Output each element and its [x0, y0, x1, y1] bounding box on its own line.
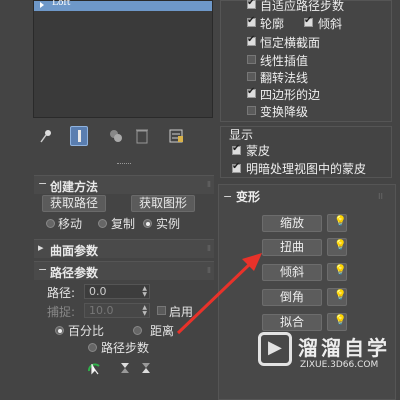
- radio-percentage-label: 百分比: [68, 324, 105, 338]
- spinner-arrows-icon[interactable]: ▲ ▼: [142, 286, 147, 298]
- configure-modifier-sets-icon[interactable]: [167, 126, 185, 146]
- previous-shape-icon[interactable]: [118, 360, 132, 376]
- twist-deformation-button[interactable]: 扭曲: [262, 239, 322, 256]
- expand-arrow-icon[interactable]: [40, 2, 44, 8]
- scale-bulb-icon[interactable]: 💡: [327, 214, 347, 232]
- scale-deformation-button[interactable]: 缩放: [262, 215, 322, 232]
- banking-label: 倾斜: [318, 17, 343, 31]
- collapse-icon[interactable]: −: [223, 190, 232, 203]
- fit-deformation-button[interactable]: 拟合: [262, 314, 322, 331]
- snap-value: 10.0: [89, 304, 114, 317]
- grip-icon: ⁝⁝: [378, 192, 384, 201]
- radio-path-steps[interactable]: [88, 343, 97, 352]
- radio-copy[interactable]: [98, 219, 107, 228]
- modifier-stack-item-loft[interactable]: Loft: [34, 0, 212, 11]
- modifier-stack-list[interactable]: Loft: [33, 0, 213, 118]
- adaptive-path-steps-checkbox[interactable]: [247, 0, 256, 9]
- rollout-title: 创建方法: [50, 180, 99, 194]
- path-label: 路径:: [47, 286, 76, 300]
- next-shape-icon[interactable]: [139, 360, 153, 376]
- adaptive-path-steps-label: 自适应路径步数: [260, 0, 345, 13]
- spinner-arrows-icon[interactable]: ▲ ▼: [142, 305, 147, 317]
- radio-copy-label: 复制: [111, 217, 136, 231]
- path-value: 0.0: [89, 285, 107, 298]
- flip-normals-checkbox[interactable]: [247, 72, 256, 81]
- get-path-button[interactable]: 获取路径: [42, 195, 106, 212]
- constant-cross-section-label: 恒定横截面: [260, 36, 321, 50]
- delete-modifier-icon[interactable]: [133, 126, 151, 146]
- collapse-icon[interactable]: −: [38, 263, 47, 276]
- make-unique-icon[interactable]: [107, 126, 125, 146]
- radio-instance-label: 实例: [156, 217, 181, 231]
- display-group-title: 显示: [229, 128, 254, 142]
- bevel-deformation-button[interactable]: 倒角: [262, 289, 322, 306]
- contour-checkbox[interactable]: [247, 15, 256, 27]
- radio-percentage[interactable]: [55, 326, 64, 335]
- banking-checkbox[interactable]: [304, 15, 313, 27]
- rollout-title: 路径参数: [50, 266, 99, 280]
- path-spinner[interactable]: 0.0 ▲ ▼: [84, 284, 150, 299]
- linear-interpolation-label: 线性插值: [260, 54, 309, 68]
- grip-icon: ⁝⁝: [206, 180, 211, 189]
- flip-normals-label: 翻转法线: [260, 71, 309, 85]
- pick-shape-icon[interactable]: [86, 360, 102, 376]
- twist-bulb-icon[interactable]: 💡: [327, 238, 347, 256]
- skin-in-shaded-label: 明暗处理视图中的蒙皮: [246, 162, 367, 176]
- snap-spinner[interactable]: 10.0 ▲ ▼: [84, 303, 150, 318]
- divider: [117, 163, 131, 166]
- watermark-logo-icon: [258, 332, 292, 366]
- rollout-title: 曲面参数: [50, 244, 99, 258]
- watermark: 溜溜自学 ZIXUE.3D66.COM: [258, 332, 396, 396]
- transform-degrade-checkbox[interactable]: [247, 106, 256, 115]
- collapse-icon[interactable]: −: [38, 177, 47, 190]
- skin-label: 蒙皮: [246, 144, 271, 158]
- snap-label: 捕捉:: [47, 305, 76, 319]
- transform-degrade-label: 变换降级: [260, 105, 309, 119]
- show-end-result-icon[interactable]: [70, 126, 88, 146]
- linear-interpolation-checkbox[interactable]: [247, 55, 256, 64]
- radio-distance[interactable]: [133, 326, 142, 335]
- watermark-title: 溜溜自学: [298, 336, 390, 360]
- rollout-creation-method[interactable]: − 创建方法 ⁝⁝: [34, 175, 214, 194]
- teeter-deformation-button[interactable]: 倾斜: [262, 264, 322, 281]
- snap-enable-checkbox[interactable]: [157, 306, 166, 315]
- get-shape-button[interactable]: 获取图形: [131, 195, 195, 212]
- radio-move-label: 移动: [58, 217, 83, 231]
- annotation-arrow: [176, 253, 262, 335]
- radio-instance[interactable]: [143, 219, 152, 228]
- fit-bulb-icon[interactable]: 💡: [327, 313, 347, 331]
- quad-sides-label: 四边形的边: [260, 88, 321, 102]
- modifier-stack-item-label: Loft: [52, 0, 71, 8]
- pin-stack-icon[interactable]: [37, 126, 55, 146]
- constant-cross-section-checkbox[interactable]: [247, 34, 256, 46]
- contour-label: 轮廓: [260, 17, 285, 31]
- expand-icon[interactable]: ▸: [38, 241, 44, 254]
- watermark-url: ZIXUE.3D66.COM: [300, 360, 379, 370]
- radio-path-steps-label: 路径步数: [101, 341, 150, 355]
- deformations-title: 变形: [236, 190, 261, 204]
- skin-checkbox[interactable]: [232, 143, 241, 155]
- radio-move[interactable]: [46, 219, 55, 228]
- teeter-bulb-icon[interactable]: 💡: [327, 263, 347, 281]
- skin-in-shaded-checkbox[interactable]: [232, 161, 241, 173]
- quad-sides-checkbox[interactable]: [247, 86, 256, 98]
- bevel-bulb-icon[interactable]: 💡: [327, 288, 347, 306]
